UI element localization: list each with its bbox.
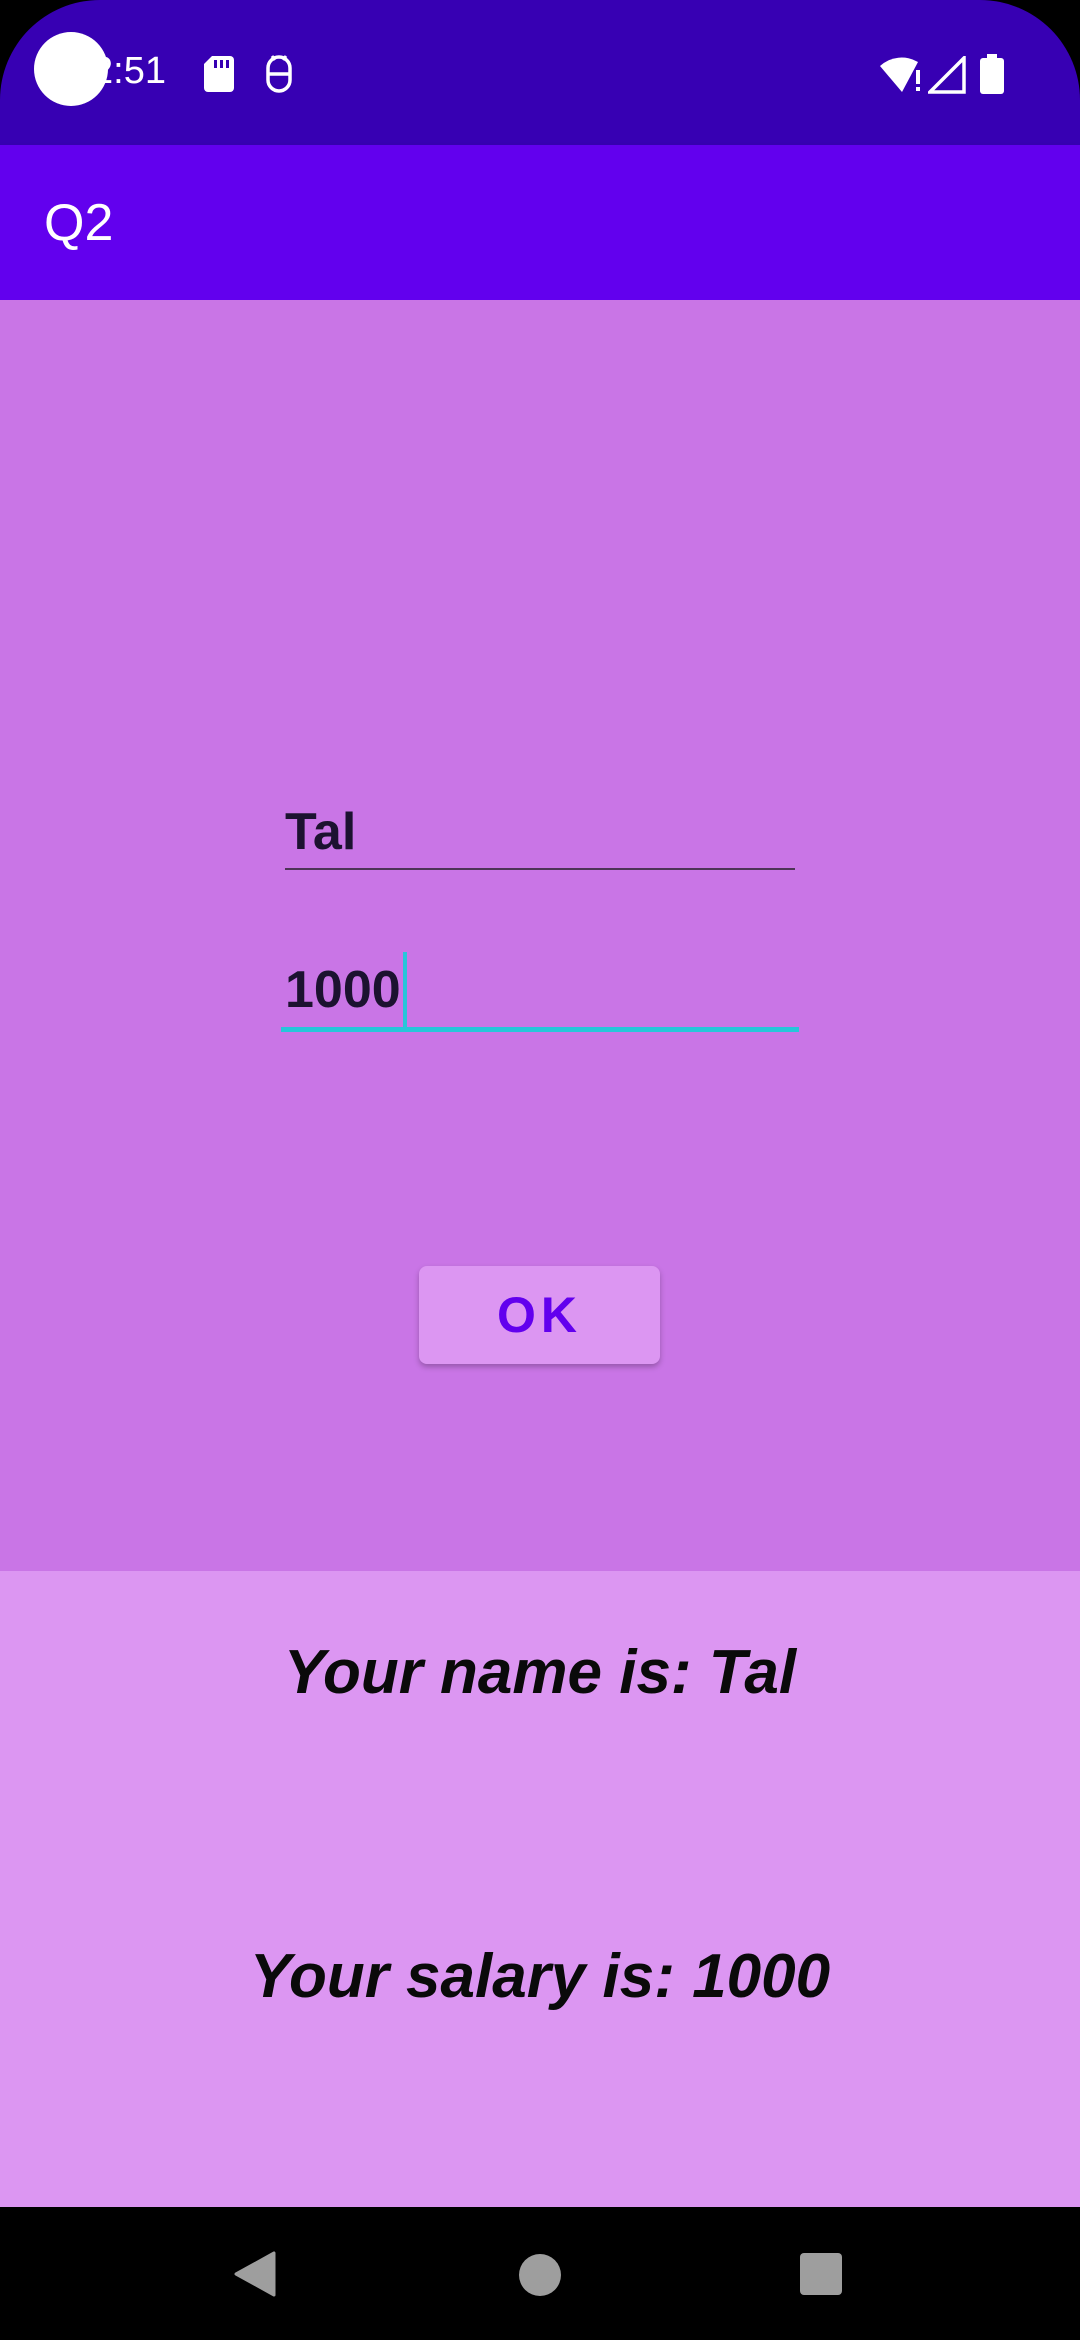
ok-button[interactable]: OK (419, 1266, 660, 1364)
phone-screen: 2:51 Q2 Tal 1000 OK Your name is: Tal Yo… (0, 0, 1080, 2340)
recents-icon[interactable] (800, 2253, 842, 2295)
camera-cutout (34, 32, 108, 106)
salary-result-text: Your salary is: 1000 (249, 1942, 831, 2011)
salary-field-underline (281, 1027, 799, 1032)
signal-icon (928, 56, 966, 94)
name-field-underline (285, 868, 795, 870)
name-input-value: Tal (285, 803, 357, 861)
home-icon[interactable] (519, 2254, 561, 2296)
name-result-text: Your name is: Tal (283, 1638, 797, 1707)
salary-input-value: 1000 (285, 961, 401, 1019)
back-icon[interactable] (234, 2251, 276, 2297)
status-bar: 2:51 (0, 0, 1080, 145)
results-panel: Your name is: Tal Your salary is: 1000 (0, 1571, 1080, 2207)
wifi-icon (880, 57, 920, 92)
salary-field[interactable]: 1000 (281, 952, 799, 1032)
name-field[interactable]: Tal (285, 800, 795, 870)
debug-icon (266, 55, 292, 93)
text-cursor (403, 952, 407, 1032)
battery-icon (980, 54, 1004, 94)
app-bar: Q2 (0, 145, 1080, 300)
navigation-bar (0, 2207, 1080, 2340)
sd-card-icon (204, 56, 234, 92)
app-title: Q2 (44, 194, 114, 252)
form-area: Tal 1000 OK (0, 300, 1080, 1571)
